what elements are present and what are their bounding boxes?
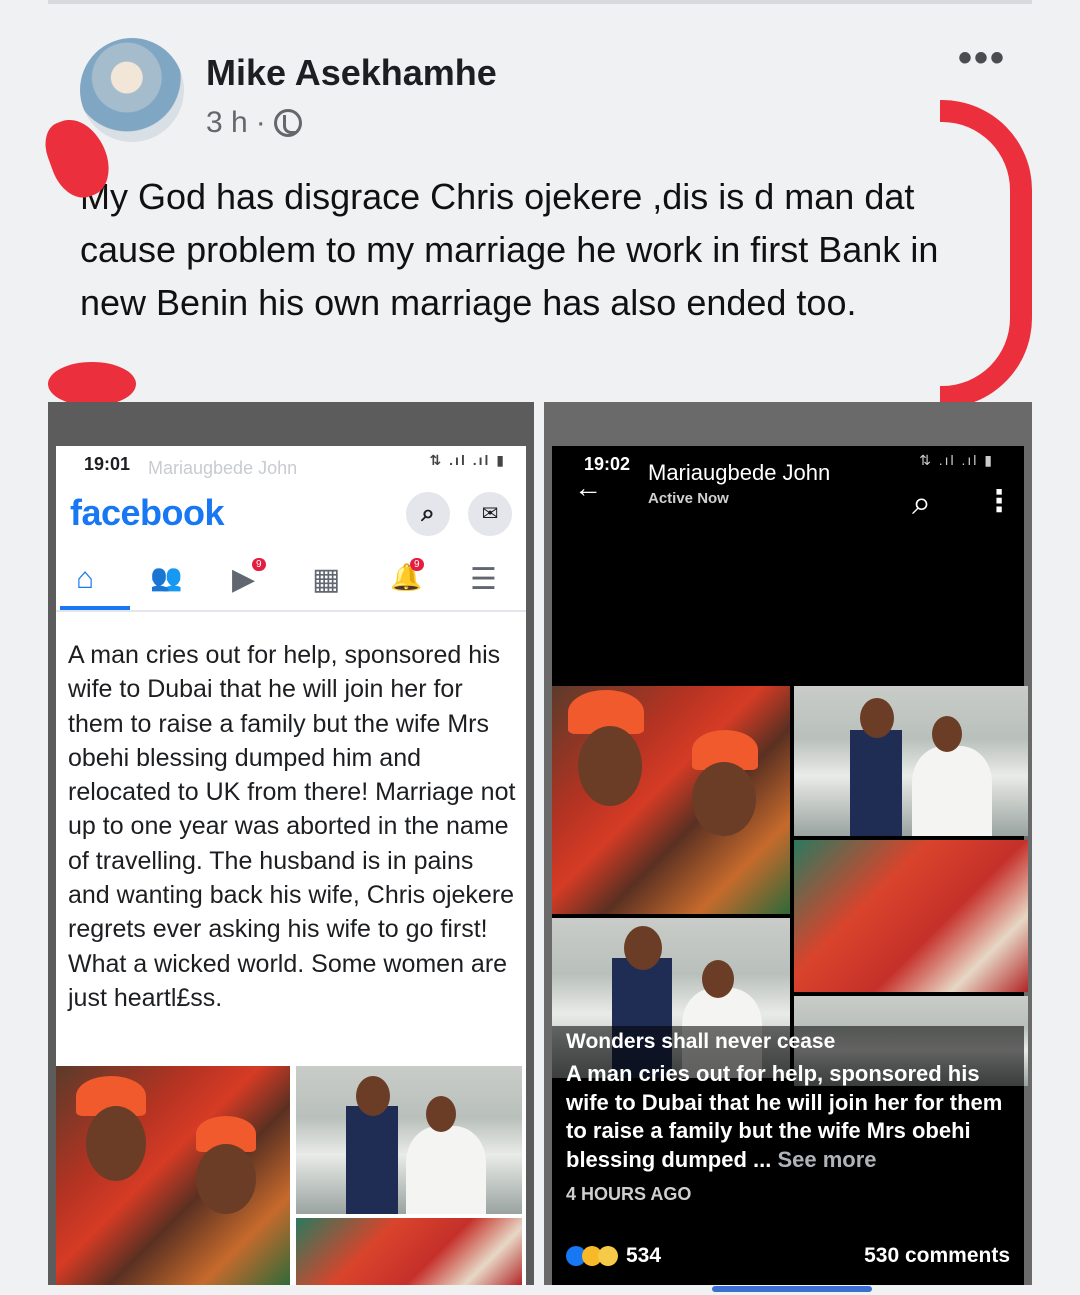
annotation-bracket-right — [940, 100, 1032, 408]
globe-icon — [273, 109, 302, 137]
reaction-summary[interactable]: 534 — [566, 1244, 661, 1268]
posted-time: 4 HOURS AGO — [566, 1184, 692, 1204]
status-name: Mariaugbede John — [148, 458, 298, 478]
sad-reaction-icon — [598, 1246, 618, 1266]
meta-separator: · — [255, 106, 266, 139]
search-icon[interactable]: ⌕ — [406, 492, 450, 536]
status-bar: 19:01 Mariaugbede John ⇅ .ıl .ıl ▮ — [56, 446, 526, 482]
right-screenshot: 19:02 ⇅ .ıl .ıl ▮ ← Mariaugbede John Act… — [544, 402, 1032, 1285]
status-time: 19:01 — [84, 454, 131, 474]
menu-icon[interactable]: ☰ — [470, 562, 497, 597]
photo-red-attire[interactable] — [296, 1218, 522, 1285]
search-icon[interactable]: ⌕ — [912, 484, 931, 523]
nav-bar: ⌂ 👥 ▶ 9 ▦ 🔔 9 ☰ — [56, 552, 526, 612]
reaction-count: 534 — [626, 1244, 662, 1267]
caption-body: A man cries out for help, sponsored his … — [566, 1061, 1003, 1172]
photo-red-attire[interactable] — [794, 840, 1028, 992]
notifications-badge: 9 — [410, 558, 424, 571]
facebook-screen: 19:01 Mariaugbede John ⇅ .ıl .ıl ▮ faceb… — [56, 446, 526, 1285]
signal-icons: ⇅ .ıl .ıl ▮ — [919, 452, 994, 468]
top-divider — [48, 0, 1032, 4]
friends-icon[interactable]: 👥 — [150, 562, 182, 593]
annotation-mark-bottom-left — [48, 362, 136, 406]
facebook-logo[interactable]: facebook — [70, 492, 225, 534]
photo-wedding-couple[interactable] — [794, 686, 1028, 836]
signal-icons: ⇅ .ıl .ıl ▮ — [429, 452, 506, 468]
active-status: Active Now — [648, 490, 729, 507]
avatar[interactable] — [80, 38, 184, 142]
story-text: A man cries out for help, sponsored his … — [68, 641, 516, 1012]
messenger-icon[interactable]: ✉ — [468, 492, 512, 536]
watch-badge: 9 — [252, 558, 266, 571]
back-arrow-icon[interactable]: ← — [574, 472, 602, 504]
more-vertical-icon[interactable]: ⋮ — [984, 484, 1014, 519]
marketplace-icon[interactable]: ▦ — [312, 562, 340, 597]
story-viewer-screen: 19:02 ⇅ .ıl .ıl ▮ ← Mariaugbede John Act… — [552, 446, 1028, 1285]
active-tab-indicator — [60, 606, 130, 610]
post-meta: 3 h · — [206, 106, 302, 140]
post-author[interactable]: Mike Asekhamhe — [206, 52, 497, 94]
photo-traditional-couple[interactable] — [552, 686, 790, 914]
comment-count[interactable]: 530 comments — [864, 1244, 1010, 1268]
post-text: My God has disgrace Chris ojekere ,dis i… — [80, 176, 939, 323]
home-indicator — [712, 1286, 872, 1292]
story-caption: Wonders shall never cease A man cries ou… — [552, 1026, 1024, 1266]
more-options-icon[interactable]: ••• — [958, 38, 1006, 78]
photo-traditional-couple[interactable] — [56, 1066, 290, 1285]
engagement-bar: 534 530 comments — [552, 1244, 1024, 1285]
notifications-icon[interactable]: 🔔 9 — [390, 558, 424, 593]
photo-wedding-couple[interactable] — [296, 1066, 522, 1214]
home-icon[interactable]: ⌂ — [76, 562, 94, 596]
profile-name[interactable]: Mariaugbede John — [648, 460, 830, 486]
see-more-link[interactable]: See more — [777, 1147, 876, 1172]
caption-title: Wonders shall never cease — [566, 1030, 836, 1053]
watch-icon[interactable]: ▶ 9 — [232, 558, 266, 597]
left-screenshot: 19:01 Mariaugbede John ⇅ .ıl .ıl ▮ faceb… — [48, 402, 534, 1285]
post-time[interactable]: 3 h — [206, 106, 248, 140]
